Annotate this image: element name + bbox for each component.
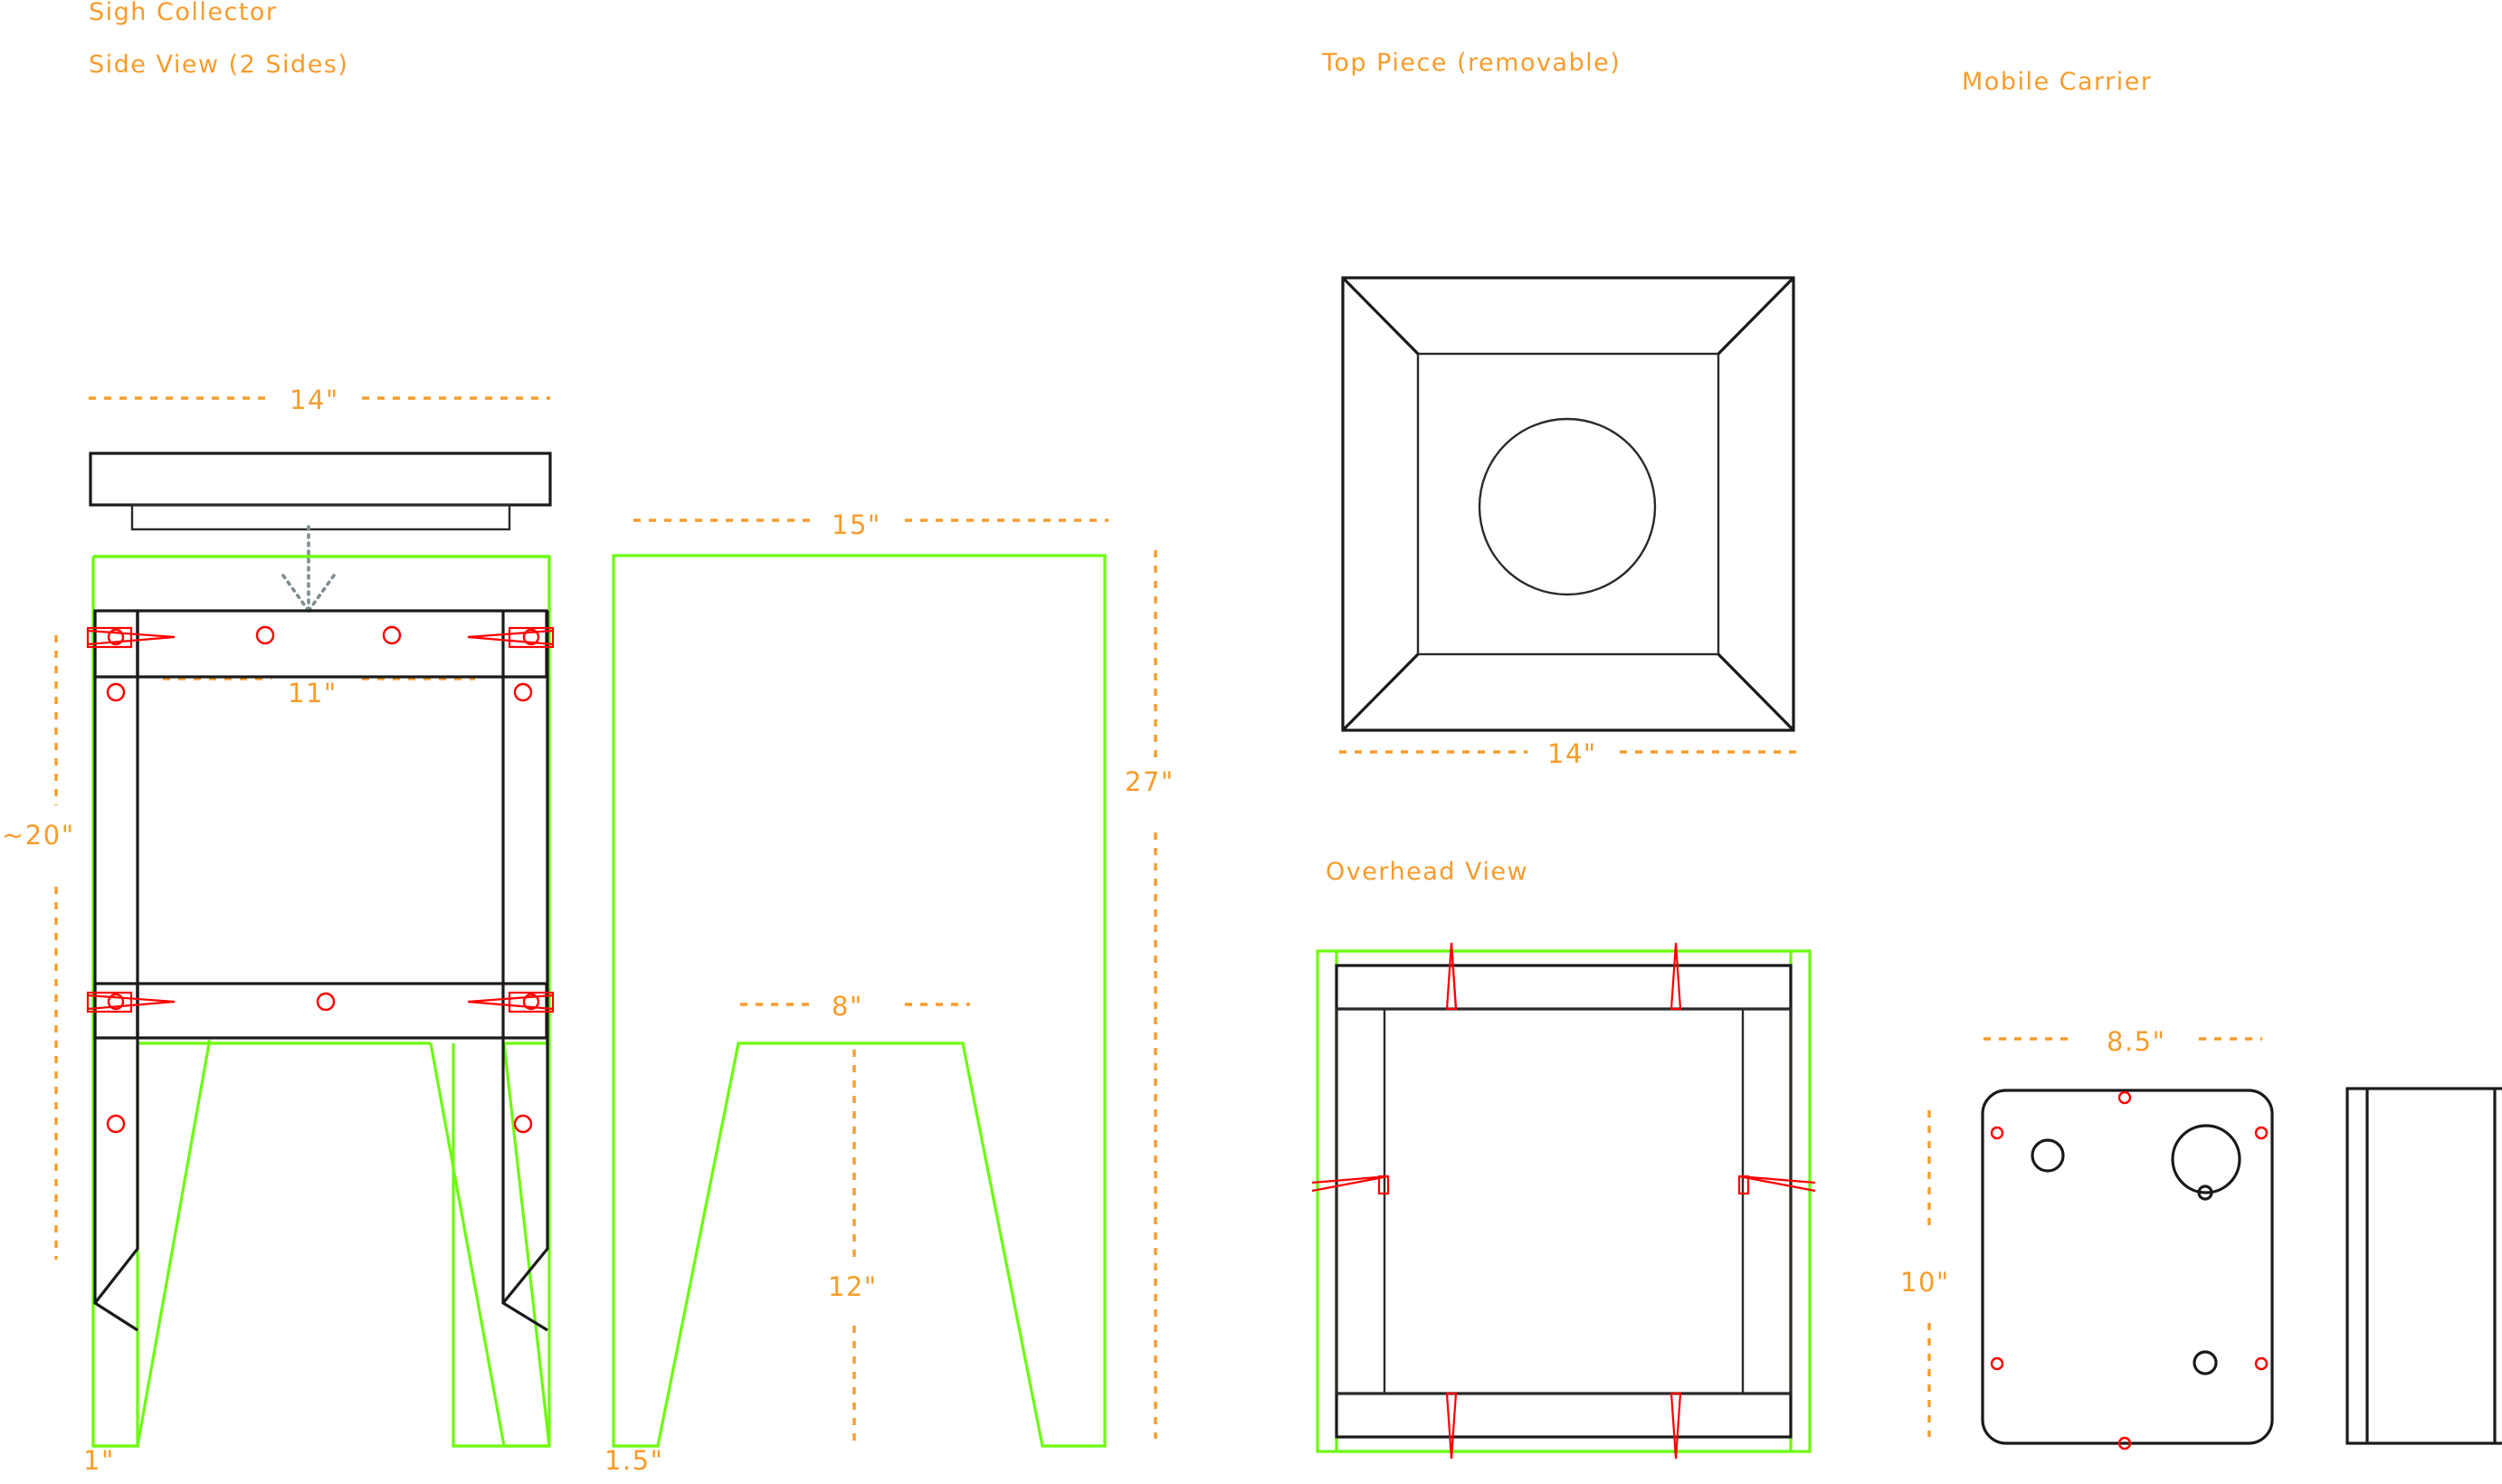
side-view-hardware xyxy=(86,625,555,1134)
overhead-fastener-bottom-left xyxy=(1445,1392,1458,1460)
overhead-fastener-bottom-right xyxy=(1670,1392,1682,1460)
mobile-carrier-drawing xyxy=(1927,1037,2274,1451)
mobile-carrier-side-profile xyxy=(2345,1087,2502,1445)
overhead-fastener-left xyxy=(1311,1175,1390,1195)
profile-view-outline xyxy=(612,554,1107,1448)
profile-view-dimension-lines xyxy=(633,518,1157,1441)
overhead-fastener-top-left xyxy=(1445,942,1458,1011)
side-view-top-piece xyxy=(89,452,552,531)
top-piece-drawing xyxy=(1339,276,1803,754)
overhead-view-drawing xyxy=(1311,942,1816,1460)
technical-drawing xyxy=(54,276,2502,1460)
overhead-fastener-right xyxy=(1737,1175,1816,1195)
drawing-canvas: Sigh Collector Side View (2 Sides) Top P… xyxy=(0,0,2502,1484)
side-view-black-frame xyxy=(93,609,549,1332)
insertion-arrow-icon xyxy=(281,525,336,613)
overhead-fastener-top-right xyxy=(1670,942,1682,1011)
side-view-dimension-lines xyxy=(54,396,550,1260)
